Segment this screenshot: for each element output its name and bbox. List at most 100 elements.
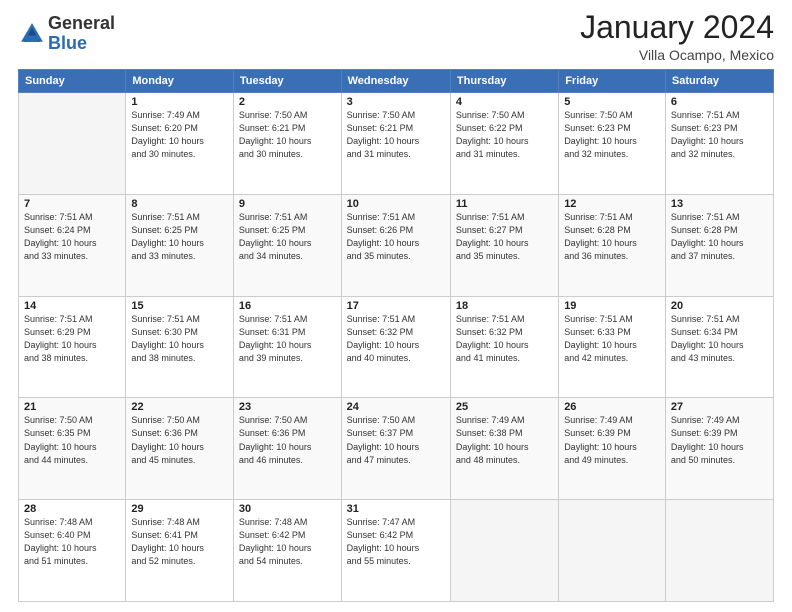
week-row-3: 14Sunrise: 7:51 AMSunset: 6:29 PMDayligh… [19,296,774,398]
day-number: 22 [131,401,228,413]
col-sunday: Sunday [19,70,126,93]
day-cell: 1Sunrise: 7:49 AMSunset: 6:20 PMDaylight… [126,93,234,195]
day-cell [665,500,773,602]
day-info: Sunrise: 7:51 AMSunset: 6:27 PMDaylight:… [456,211,553,263]
day-info: Sunrise: 7:48 AMSunset: 6:41 PMDaylight:… [131,516,228,568]
day-cell: 28Sunrise: 7:48 AMSunset: 6:40 PMDayligh… [19,500,126,602]
day-cell: 5Sunrise: 7:50 AMSunset: 6:23 PMDaylight… [559,93,666,195]
day-number: 2 [239,96,336,108]
day-info: Sunrise: 7:50 AMSunset: 6:22 PMDaylight:… [456,109,553,161]
col-monday: Monday [126,70,234,93]
day-number: 29 [131,503,228,515]
logo-blue: Blue [48,34,115,54]
day-info: Sunrise: 7:51 AMSunset: 6:28 PMDaylight:… [671,211,768,263]
day-number: 30 [239,503,336,515]
day-number: 9 [239,198,336,210]
week-row-2: 7Sunrise: 7:51 AMSunset: 6:24 PMDaylight… [19,194,774,296]
day-info: Sunrise: 7:51 AMSunset: 6:32 PMDaylight:… [347,313,445,365]
col-thursday: Thursday [450,70,558,93]
day-cell: 18Sunrise: 7:51 AMSunset: 6:32 PMDayligh… [450,296,558,398]
day-info: Sunrise: 7:51 AMSunset: 6:26 PMDaylight:… [347,211,445,263]
day-cell: 2Sunrise: 7:50 AMSunset: 6:21 PMDaylight… [233,93,341,195]
day-info: Sunrise: 7:50 AMSunset: 6:37 PMDaylight:… [347,414,445,466]
day-cell: 17Sunrise: 7:51 AMSunset: 6:32 PMDayligh… [341,296,450,398]
day-number: 12 [564,198,660,210]
day-cell: 6Sunrise: 7:51 AMSunset: 6:23 PMDaylight… [665,93,773,195]
day-number: 18 [456,300,553,312]
day-number: 24 [347,401,445,413]
day-number: 19 [564,300,660,312]
day-number: 6 [671,96,768,108]
day-info: Sunrise: 7:51 AMSunset: 6:30 PMDaylight:… [131,313,228,365]
day-info: Sunrise: 7:51 AMSunset: 6:25 PMDaylight:… [239,211,336,263]
day-cell: 20Sunrise: 7:51 AMSunset: 6:34 PMDayligh… [665,296,773,398]
calendar-page: General Blue January 2024 Villa Ocampo, … [0,0,792,612]
header-row: Sunday Monday Tuesday Wednesday Thursday… [19,70,774,93]
day-number: 4 [456,96,553,108]
day-number: 8 [131,198,228,210]
day-info: Sunrise: 7:50 AMSunset: 6:23 PMDaylight:… [564,109,660,161]
day-cell: 8Sunrise: 7:51 AMSunset: 6:25 PMDaylight… [126,194,234,296]
day-info: Sunrise: 7:50 AMSunset: 6:36 PMDaylight:… [239,414,336,466]
day-cell [559,500,666,602]
day-cell: 30Sunrise: 7:48 AMSunset: 6:42 PMDayligh… [233,500,341,602]
day-cell: 9Sunrise: 7:51 AMSunset: 6:25 PMDaylight… [233,194,341,296]
day-cell: 16Sunrise: 7:51 AMSunset: 6:31 PMDayligh… [233,296,341,398]
col-friday: Friday [559,70,666,93]
calendar-table: Sunday Monday Tuesday Wednesday Thursday… [18,69,774,602]
day-info: Sunrise: 7:51 AMSunset: 6:29 PMDaylight:… [24,313,120,365]
day-number: 20 [671,300,768,312]
day-number: 21 [24,401,120,413]
day-cell: 14Sunrise: 7:51 AMSunset: 6:29 PMDayligh… [19,296,126,398]
week-row-5: 28Sunrise: 7:48 AMSunset: 6:40 PMDayligh… [19,500,774,602]
day-info: Sunrise: 7:50 AMSunset: 6:36 PMDaylight:… [131,414,228,466]
day-number: 23 [239,401,336,413]
day-cell: 10Sunrise: 7:51 AMSunset: 6:26 PMDayligh… [341,194,450,296]
day-number: 14 [24,300,120,312]
week-row-1: 1Sunrise: 7:49 AMSunset: 6:20 PMDaylight… [19,93,774,195]
day-info: Sunrise: 7:48 AMSunset: 6:40 PMDaylight:… [24,516,120,568]
day-cell: 31Sunrise: 7:47 AMSunset: 6:42 PMDayligh… [341,500,450,602]
day-cell: 7Sunrise: 7:51 AMSunset: 6:24 PMDaylight… [19,194,126,296]
day-cell: 26Sunrise: 7:49 AMSunset: 6:39 PMDayligh… [559,398,666,500]
logo-icon [18,20,46,48]
header: General Blue January 2024 Villa Ocampo, … [18,10,774,63]
day-info: Sunrise: 7:50 AMSunset: 6:21 PMDaylight:… [239,109,336,161]
day-info: Sunrise: 7:49 AMSunset: 6:39 PMDaylight:… [671,414,768,466]
day-number: 1 [131,96,228,108]
day-cell: 12Sunrise: 7:51 AMSunset: 6:28 PMDayligh… [559,194,666,296]
day-cell: 22Sunrise: 7:50 AMSunset: 6:36 PMDayligh… [126,398,234,500]
col-tuesday: Tuesday [233,70,341,93]
day-info: Sunrise: 7:51 AMSunset: 6:28 PMDaylight:… [564,211,660,263]
col-saturday: Saturday [665,70,773,93]
day-info: Sunrise: 7:50 AMSunset: 6:21 PMDaylight:… [347,109,445,161]
day-cell: 19Sunrise: 7:51 AMSunset: 6:33 PMDayligh… [559,296,666,398]
day-number: 10 [347,198,445,210]
month-title: January 2024 [580,10,774,45]
day-cell: 21Sunrise: 7:50 AMSunset: 6:35 PMDayligh… [19,398,126,500]
day-cell [450,500,558,602]
day-number: 17 [347,300,445,312]
logo-text: General Blue [48,14,115,54]
day-cell: 25Sunrise: 7:49 AMSunset: 6:38 PMDayligh… [450,398,558,500]
day-info: Sunrise: 7:51 AMSunset: 6:31 PMDaylight:… [239,313,336,365]
title-block: January 2024 Villa Ocampo, Mexico [580,10,774,63]
day-number: 31 [347,503,445,515]
day-info: Sunrise: 7:49 AMSunset: 6:39 PMDaylight:… [564,414,660,466]
day-cell: 13Sunrise: 7:51 AMSunset: 6:28 PMDayligh… [665,194,773,296]
day-number: 5 [564,96,660,108]
day-info: Sunrise: 7:51 AMSunset: 6:25 PMDaylight:… [131,211,228,263]
day-info: Sunrise: 7:47 AMSunset: 6:42 PMDaylight:… [347,516,445,568]
week-row-4: 21Sunrise: 7:50 AMSunset: 6:35 PMDayligh… [19,398,774,500]
day-number: 16 [239,300,336,312]
col-wednesday: Wednesday [341,70,450,93]
day-cell: 24Sunrise: 7:50 AMSunset: 6:37 PMDayligh… [341,398,450,500]
day-cell: 29Sunrise: 7:48 AMSunset: 6:41 PMDayligh… [126,500,234,602]
day-number: 26 [564,401,660,413]
day-info: Sunrise: 7:51 AMSunset: 6:23 PMDaylight:… [671,109,768,161]
day-cell: 11Sunrise: 7:51 AMSunset: 6:27 PMDayligh… [450,194,558,296]
day-cell: 23Sunrise: 7:50 AMSunset: 6:36 PMDayligh… [233,398,341,500]
day-number: 15 [131,300,228,312]
day-cell: 27Sunrise: 7:49 AMSunset: 6:39 PMDayligh… [665,398,773,500]
day-info: Sunrise: 7:49 AMSunset: 6:20 PMDaylight:… [131,109,228,161]
